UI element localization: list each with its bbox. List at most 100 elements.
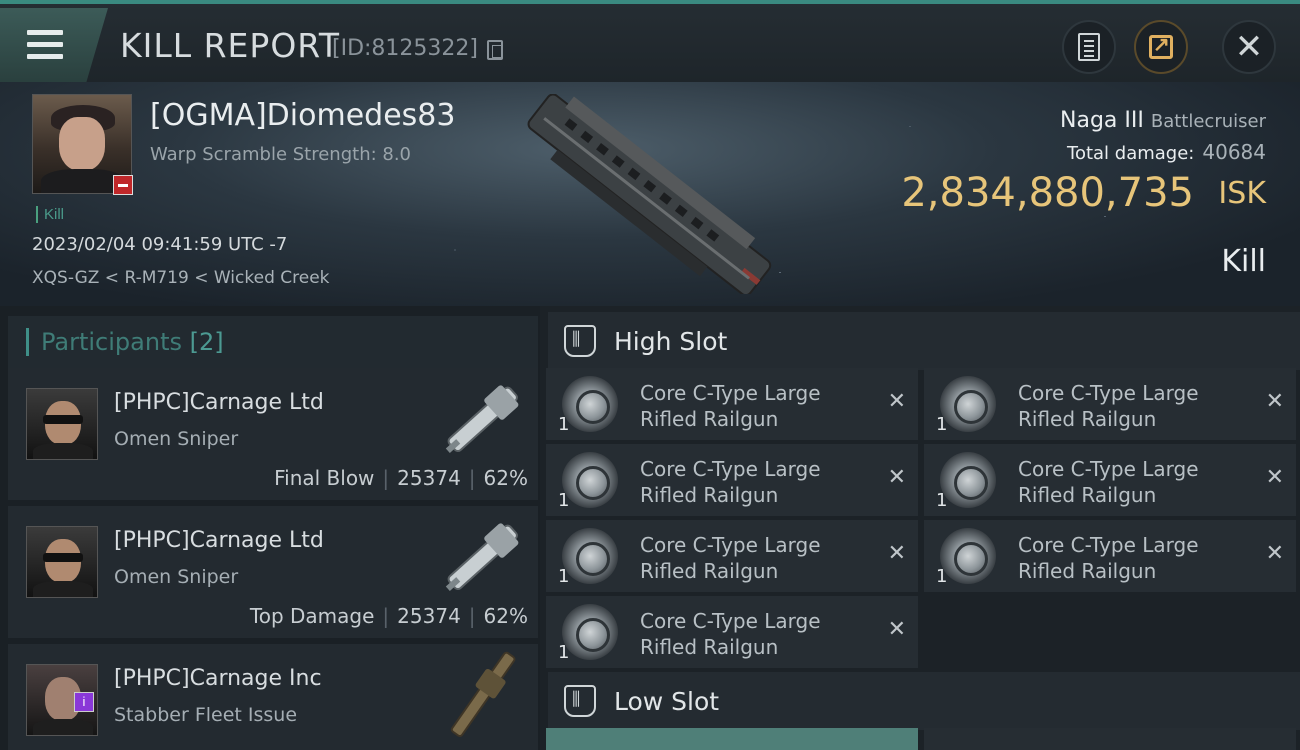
remove-icon[interactable]: ✕ [1266,542,1284,564]
module-name-line1: Core C-Type Large [640,533,821,557]
close-button[interactable]: ✕ [1222,20,1276,74]
remove-icon[interactable]: ✕ [888,542,906,564]
module-name: Core C-Type Large Rifled Railgun [1018,532,1238,584]
module-name-line2: Rifled Railgun [640,559,779,583]
module-name: Core C-Type Large Rifled Railgun [1018,456,1238,508]
participant-damage: 25374 [397,604,461,628]
remove-icon[interactable]: ✕ [888,618,906,640]
module-quantity: 1 [558,642,570,663]
participants-header: Participants [2] [8,316,538,368]
page-title: KILL REPORT [120,26,340,65]
report-id: [ID:8125322] [332,36,478,61]
ship-name[interactable]: Naga III Battlecruiser [1060,108,1266,133]
module-quantity: 1 [558,414,570,435]
participant-name: [PHPC]Carnage Ltd [114,390,324,415]
railgun-icon [940,376,996,432]
module-quantity: 1 [558,566,570,587]
participant-ship: Stabber Fleet Issue [114,704,298,726]
low-slot-module-card[interactable] [924,728,1296,750]
clipboard-button[interactable] [1062,20,1116,74]
participants-title: Participants [2] [26,328,224,356]
module-quantity: 1 [936,490,948,511]
victim-name[interactable]: [OGMA]Diomedes83 [150,98,455,133]
module-quantity: 1 [936,414,948,435]
kill-location[interactable]: XQS-GZ < R-M719 < Wicked Creek [32,268,330,288]
participants-label: Participants [41,328,182,356]
menu-button[interactable] [0,8,108,82]
module-name-line1: Core C-Type Large [1018,533,1199,557]
railgun-icon [940,528,996,584]
ship-type: Naga III [1060,108,1144,133]
copy-icon[interactable] [487,40,503,60]
low-slot-header: Low Slot [548,672,1300,730]
fittings-panel: High Slot Low Slot 1Core C-Type LargeRif… [540,306,1300,750]
module-card[interactable]: 1 Core C-Type Large Rifled Railgun ✕ [546,520,918,592]
ship-class: Battlecruiser [1150,111,1266,132]
participants-panel: Participants [2] [PHPC]Carnage Ltd Omen … [0,306,540,750]
module-quantity: 1 [558,490,570,511]
close-icon: ✕ [1234,28,1264,66]
participants-count: [2] [189,328,224,356]
participant-portrait[interactable] [26,388,98,460]
weapon-icon [450,651,516,737]
isk-value: 2,834,880,735 [901,170,1194,216]
module-name-line2: Rifled Railgun [640,635,779,659]
module-card[interactable]: 1 Core C-Type Large Rifled Railgun ✕ [546,368,918,440]
module-name: Core C-Type Large Rifled Railgun [640,380,860,432]
module-name-line1: Core C-Type Large [640,381,821,405]
module-card[interactable]: 1 Core C-Type Large Rifled Railgun ✕ [546,596,918,668]
participant-role: Final Blow [274,466,375,490]
clipboard-icon [1078,33,1100,61]
low-slot-module-card[interactable] [546,728,918,750]
participant-portrait[interactable] [26,526,98,598]
participant-row[interactable]: i [PHPC]Carnage Inc Stabber Fleet Issue [8,644,538,750]
railgun-icon [562,376,618,432]
share-icon [1149,32,1173,59]
module-name-line2: Rifled Railgun [1018,559,1157,583]
remove-icon[interactable]: ✕ [888,466,906,488]
kill-tag: Kill [36,206,64,223]
module-quantity: 1 [936,566,948,587]
module-name-line2: Rifled Railgun [640,483,779,507]
isk-unit: ISK [1218,176,1266,211]
module-card[interactable]: 1 Core C-Type Large Rifled Railgun ✕ [924,444,1296,516]
info-badge-icon: i [74,692,94,712]
result-label: Kill [1221,244,1266,279]
share-button[interactable] [1134,20,1188,74]
top-bar: KILL REPORT [ID:8125322] ✕ [0,0,1300,82]
participant-role: Top Damage [249,604,375,628]
module-name: Core C-Type Large Rifled Railgun [640,532,860,584]
weapon-icon [445,523,519,592]
remove-icon[interactable]: ✕ [1266,466,1284,488]
module-name-line1: Core C-Type Large [1018,381,1199,405]
railgun-icon [940,452,996,508]
railgun-icon [562,604,618,660]
module-name-line1: Core C-Type Large [1018,457,1199,481]
module-name: Core C-Type Large Rifled Railgun [640,608,860,660]
participant-ship: Omen Sniper [114,566,239,588]
participant-ship: Omen Sniper [114,428,239,450]
high-slot-header: High Slot [548,312,1300,370]
total-damage-label: Total damage: [1067,143,1195,164]
participant-stats: Final Blow | 25374 | 62% [274,466,528,490]
module-name-line1: Core C-Type Large [640,457,821,481]
module-name: Core C-Type Large Rifled Railgun [640,456,860,508]
total-damage-value: 40684 [1202,140,1266,164]
total-damage: Total damage: 40684 [1067,140,1266,164]
module-card[interactable]: 1 Core C-Type Large Rifled Railgun ✕ [546,444,918,516]
railgun-icon [562,528,618,584]
weapon-icon [445,385,519,454]
participant-row[interactable]: [PHPC]Carnage Ltd Omen Sniper Final Blow… [8,368,538,500]
module-card[interactable]: 1 Core C-Type Large Rifled Railgun ✕ [924,368,1296,440]
participant-stats: Top Damage | 25374 | 62% [249,604,528,628]
ship-render [527,94,772,294]
module-name-line2: Rifled Railgun [1018,483,1157,507]
module-card[interactable]: 1 Core C-Type Large Rifled Railgun ✕ [924,520,1296,592]
remove-icon[interactable]: ✕ [1266,390,1284,412]
participant-row[interactable]: [PHPC]Carnage Ltd Omen Sniper Top Damage… [8,506,538,638]
participant-damage: 25374 [397,466,461,490]
railgun-icon [562,452,618,508]
low-slot-icon [564,685,596,717]
module-name-line2: Rifled Railgun [1018,407,1157,431]
remove-icon[interactable]: ✕ [888,390,906,412]
